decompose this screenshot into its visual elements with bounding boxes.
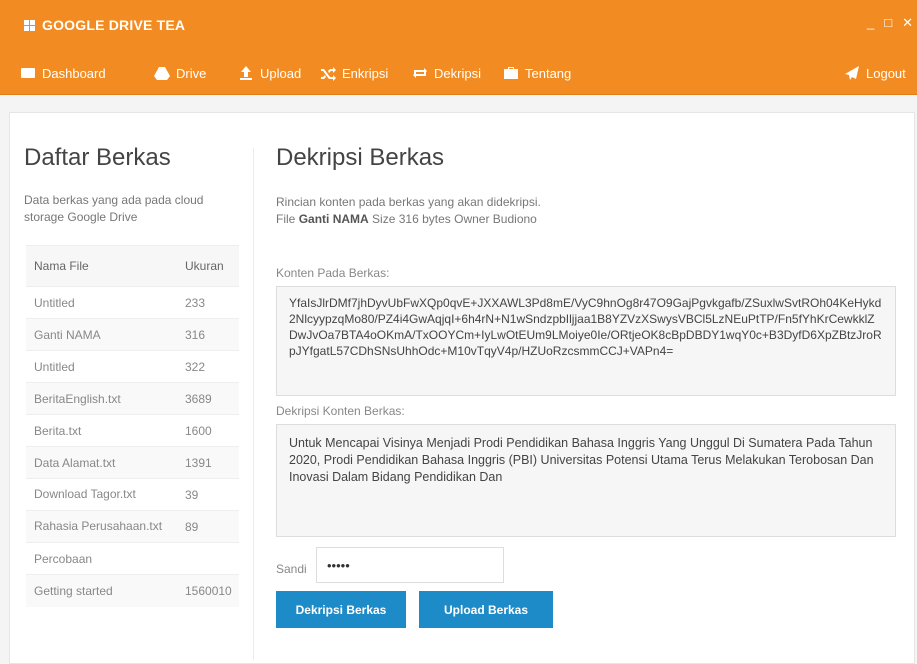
table-row[interactable]: Download Tagor.txt 39 [26, 478, 239, 511]
size-prefix: Size [372, 212, 396, 226]
file-size: 89 [177, 510, 239, 543]
column-divider [253, 148, 254, 660]
sidebar-title: Daftar Berkas [24, 144, 171, 171]
password-input[interactable] [316, 547, 504, 583]
file-size: 1600 [177, 414, 239, 447]
file-name: Untitled [26, 286, 177, 319]
file-table: Nama File Ukuran Untitled 233 Ganti NAMA 3… [26, 245, 239, 607]
file-size: 39 [177, 478, 239, 511]
menu-label: Enkripsi [342, 65, 389, 81]
table-row[interactable]: BeritaEnglish.txt 3689 [26, 382, 239, 415]
size-value: 316 bytes [398, 212, 451, 226]
page-description: Rincian konten pada berkas yang akan did… [276, 194, 541, 228]
file-prefix: File [276, 212, 296, 226]
menu-label: Tentang [525, 65, 572, 81]
windows-logo-icon [24, 20, 35, 31]
menu-label: Logout [866, 65, 906, 81]
app-window: GOOGLE DRIVE TEA _ □ ✕ Dashboard Drive U… [0, 0, 917, 664]
file-name: Percobaan [26, 542, 177, 575]
maximize-button[interactable]: □ [884, 15, 892, 31]
file-size: 3689 [177, 382, 239, 415]
owner-prefix: Owner [454, 212, 490, 226]
file-name: BeritaEnglish.txt [26, 382, 177, 415]
close-button[interactable]: ✕ [902, 15, 913, 31]
upload-icon [240, 66, 252, 80]
content-label: Konten Pada Berkas: [276, 266, 390, 280]
column-header-name: Nama File [26, 245, 177, 287]
menu-item-enkripsi[interactable]: Enkripsi [320, 65, 388, 81]
drive-icon [154, 67, 170, 80]
title-bar: GOOGLE DRIVE TEA _ □ ✕ [0, 0, 917, 55]
menu-item-logout[interactable]: Logout [844, 65, 906, 81]
window-controls: _ □ ✕ [867, 15, 913, 31]
menu-item-upload[interactable]: Upload [238, 65, 301, 81]
app-title: GOOGLE DRIVE TEA [42, 17, 186, 33]
table-row[interactable]: Ganti NAMA 316 [26, 318, 239, 351]
logout-icon [845, 66, 859, 80]
menu-label: Drive [176, 65, 207, 81]
page-title: Dekripsi Berkas [276, 144, 445, 171]
menu-label: Dekripsi [434, 65, 481, 81]
decrypted-content-textarea[interactable]: Untuk Mencapai Visinya Menjadi Prodi Pen… [276, 424, 896, 537]
menu-item-tentang[interactable]: Tentang [503, 65, 571, 81]
file-size: 233 [177, 286, 239, 319]
file-size: 1391 [177, 446, 239, 479]
shuffle-icon [321, 67, 336, 81]
encrypted-content-textarea[interactable]: YfaIsJlrDMf7jhDyvUbFwXQp0qvE+JXXAWL3Pd8m… [276, 286, 896, 396]
table-row[interactable]: Untitled 233 [26, 286, 239, 319]
file-name: Untitled [26, 350, 177, 383]
file-size: 322 [177, 350, 239, 383]
menu-item-dekripsi[interactable]: Dekripsi [412, 65, 481, 81]
table-row[interactable]: Untitled 322 [26, 350, 239, 383]
table-row[interactable]: Berita.txt 1600 [26, 414, 239, 447]
description-text: Rincian konten pada berkas yang akan did… [276, 195, 541, 209]
decrypt-button[interactable]: Dekripsi Berkas [276, 591, 406, 628]
file-name: Ganti NAMA [298, 212, 369, 226]
file-name: Getting started [26, 574, 177, 607]
owner-value: Budiono [492, 212, 537, 226]
table-row[interactable]: Data Alamat.txt 1391 [26, 446, 239, 479]
menu-label: Dashboard [42, 65, 106, 81]
file-size: 316 [177, 318, 239, 351]
password-label: Sandi [276, 562, 307, 576]
file-name: Ganti NAMA [26, 318, 177, 351]
table-row[interactable]: Rahasia Perusahaan.txt 89 [26, 510, 239, 543]
briefcase-icon [504, 67, 518, 79]
dashboard-icon [21, 68, 35, 78]
menu-item-drive[interactable]: Drive [154, 65, 206, 81]
sidebar-description: Data berkas yang ada pada cloud storage … [24, 193, 204, 224]
file-name: Rahasia Perusahaan.txt [26, 510, 177, 543]
minimize-button[interactable]: _ [867, 15, 874, 31]
column-header-size: Ukuran [177, 245, 239, 287]
file-info: File Ganti NAMA Size 316 bytes Owner Bud… [276, 211, 541, 228]
menu-label: Upload [260, 65, 302, 81]
menu-bar: Dashboard Drive Upload Enkripsi Dekripsi… [0, 55, 917, 95]
table-row[interactable]: Percobaan [26, 542, 239, 575]
menu-item-dashboard[interactable]: Dashboard [20, 65, 106, 81]
file-size: 1560010 [177, 574, 239, 607]
repeat-icon [413, 68, 427, 78]
file-name: Download Tagor.txt [26, 478, 177, 511]
decrypted-label: Dekripsi Konten Berkas: [276, 404, 405, 418]
file-size [177, 542, 239, 575]
table-row[interactable]: Getting started 1560010 [26, 574, 239, 607]
file-name: Berita.txt [26, 414, 177, 447]
table-header-row: Nama File Ukuran [26, 245, 239, 287]
upload-button[interactable]: Upload Berkas [419, 591, 553, 628]
file-name: Data Alamat.txt [26, 446, 177, 479]
